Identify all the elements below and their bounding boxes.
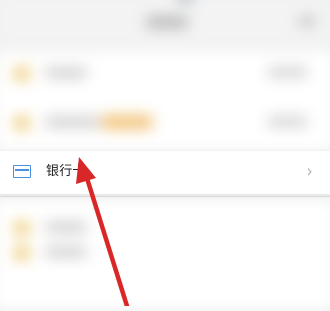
bank-card-label: 银行卡: [46, 164, 86, 179]
blurred-item-icon: [13, 115, 31, 131]
phone-screen: 银行卡 ›: [0, 0, 330, 311]
blurred-item-icon: [13, 245, 31, 261]
bank-card-row[interactable]: 银行卡 ›: [0, 151, 330, 194]
blurred-item-icon: [13, 66, 31, 81]
blurred-list-item: [0, 105, 330, 142]
blurred-top-action: [297, 16, 317, 27]
status-indicator: [177, 0, 194, 2]
blurred-item-badge: [100, 114, 154, 130]
chevron-right-icon: ›: [306, 161, 313, 182]
blurred-item-value: [266, 115, 309, 128]
top-bar: [0, 0, 330, 45]
blurred-item-text: [44, 220, 88, 234]
blurred-item-text: [44, 115, 101, 129]
blurred-item-text: [44, 245, 88, 259]
blurred-item-value: [266, 66, 309, 78]
blurred-list-item: [0, 234, 330, 271]
blurred-item-text: [44, 66, 88, 79]
blurred-list-item: [0, 55, 330, 92]
bank-card-icon: [13, 165, 31, 178]
blurred-item-icon: [13, 220, 31, 236]
blurred-page-title: [145, 16, 189, 29]
section-divider: [0, 196, 330, 197]
